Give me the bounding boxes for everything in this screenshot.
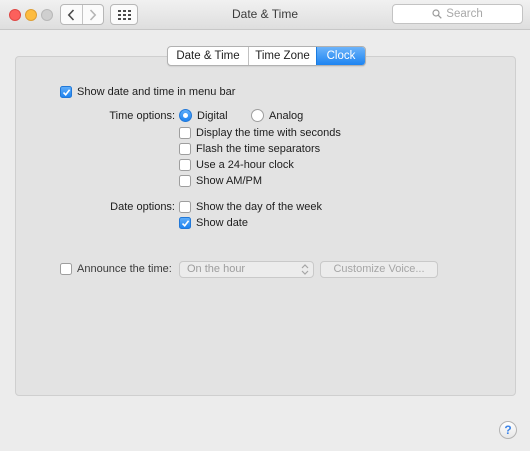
digital-option: Digital — [179, 109, 228, 122]
announce-time-checkbox[interactable] — [60, 263, 72, 275]
navigation-buttons — [60, 4, 104, 25]
tab-bar: Date & Time Time Zone Clock — [167, 46, 366, 66]
date-options-label: Date options: — [110, 201, 175, 213]
24-hour-clock-checkbox[interactable] — [179, 159, 191, 171]
show-in-menu-bar-label: Show date and time in menu bar — [77, 86, 236, 98]
show-date-checkbox[interactable] — [179, 217, 191, 229]
analog-option: Analog — [251, 109, 303, 122]
popup-arrows-icon — [301, 264, 309, 275]
tab-clock[interactable]: Clock — [316, 47, 365, 65]
announce-time-row: Announce the time: — [60, 263, 172, 275]
announce-interval-popup[interactable]: On the hour — [179, 261, 314, 278]
help-button[interactable]: ? — [499, 421, 517, 439]
show-am-pm-checkbox[interactable] — [179, 175, 191, 187]
search-icon — [432, 9, 443, 19]
customize-voice-button[interactable]: Customize Voice... — [320, 261, 438, 278]
24-hour-clock-row: Use a 24-hour clock — [179, 159, 294, 171]
clock-panel — [15, 56, 516, 396]
analog-label: Analog — [269, 109, 304, 122]
title-bar: Date & Time Search — [0, 0, 530, 30]
show-in-menu-bar-row: Show date and time in menu bar — [60, 86, 235, 98]
checkmark-icon — [181, 219, 189, 227]
announce-time-label: Announce the time: — [77, 263, 172, 275]
display-seconds-row: Display the time with seconds — [179, 127, 341, 139]
forward-button[interactable] — [81, 5, 104, 24]
search-field[interactable]: Search — [392, 4, 523, 24]
flash-separators-checkbox[interactable] — [179, 143, 191, 155]
chevron-right-icon — [89, 8, 97, 21]
digital-label: Digital — [197, 109, 228, 122]
display-seconds-checkbox[interactable] — [179, 127, 191, 139]
show-day-of-week-checkbox[interactable] — [179, 201, 191, 213]
search-placeholder: Search — [446, 8, 483, 20]
zoom-window-button[interactable] — [41, 9, 53, 21]
digital-radio[interactable] — [179, 109, 192, 122]
back-button[interactable] — [61, 5, 82, 24]
show-am-pm-row: Show AM/PM — [179, 175, 262, 187]
show-day-of-week-label: Show the day of the week — [196, 201, 322, 213]
show-all-button[interactable] — [110, 4, 138, 25]
24-hour-clock-label: Use a 24-hour clock — [196, 159, 294, 171]
time-options-label: Time options: — [109, 110, 175, 122]
tab-time-zone[interactable]: Time Zone — [248, 47, 316, 65]
flash-separators-label: Flash the time separators — [196, 143, 321, 155]
minimize-window-button[interactable] — [25, 9, 37, 21]
show-date-label: Show date — [196, 217, 248, 229]
close-window-button[interactable] — [9, 9, 21, 21]
show-am-pm-label: Show AM/PM — [196, 175, 263, 187]
chevron-left-icon — [67, 8, 75, 21]
display-seconds-label: Display the time with seconds — [196, 127, 341, 139]
show-day-of-week-row: Show the day of the week — [179, 201, 322, 213]
flash-separators-row: Flash the time separators — [179, 143, 320, 155]
tab-date-time[interactable]: Date & Time — [168, 47, 248, 65]
checkmark-icon — [62, 88, 70, 96]
analog-radio[interactable] — [251, 109, 264, 122]
show-in-menu-bar-checkbox[interactable] — [60, 86, 72, 98]
grid-icon — [117, 9, 131, 20]
help-question-icon: ? — [504, 423, 512, 437]
announce-interval-value: On the hour — [187, 263, 246, 275]
show-date-row: Show date — [179, 217, 248, 229]
